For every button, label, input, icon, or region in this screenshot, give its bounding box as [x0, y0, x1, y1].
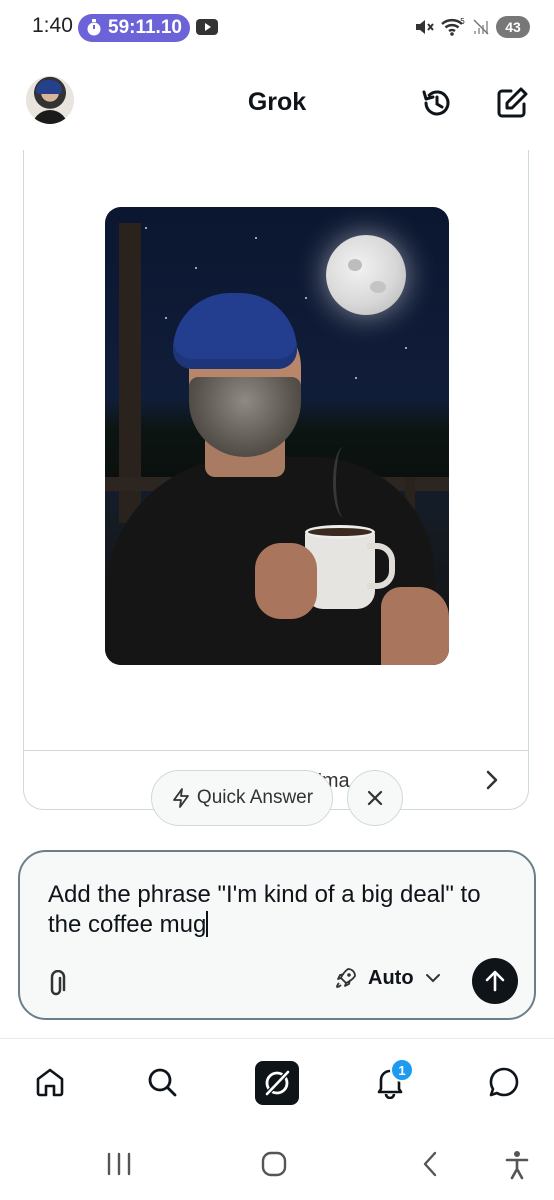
stopwatch-time: 59:11.10 [108, 17, 182, 38]
rocket-icon [336, 968, 356, 988]
stopwatch-pill[interactable]: 59:11.10 [78, 14, 190, 42]
nav-home[interactable] [32, 1064, 68, 1100]
quick-answer-label: Quick Answer [196, 787, 314, 808]
home-icon [36, 1068, 64, 1097]
mute-vibrate-icon [416, 20, 434, 34]
recent-apps-icon[interactable] [106, 1150, 132, 1178]
nav-grok[interactable] [255, 1061, 299, 1105]
signal-off-icon [473, 19, 489, 35]
nav-search[interactable] [144, 1064, 180, 1100]
svg-text:5: 5 [460, 18, 465, 26]
close-icon [367, 790, 383, 806]
search-icon [148, 1068, 177, 1097]
wifi-icon: 5 [441, 18, 465, 36]
home-button-icon[interactable] [260, 1150, 288, 1178]
prompt-input-text: Add the phrase "I'm kind of a big deal" … [48, 881, 488, 938]
accessibility-icon[interactable] [504, 1150, 530, 1180]
grok-icon [264, 1069, 291, 1097]
status-icons: 5 43 [414, 16, 530, 38]
history-icon[interactable] [420, 86, 454, 120]
model-mode-selector[interactable]: Auto [334, 966, 442, 990]
back-icon[interactable] [420, 1150, 440, 1178]
chevron-down-icon [425, 974, 440, 983]
youtube-icon [196, 19, 218, 35]
text-cursor [206, 911, 209, 937]
nav-divider [0, 1038, 554, 1039]
prompt-input[interactable]: Add the phrase "I'm kind of a big deal" … [48, 880, 498, 940]
mode-label: Auto [368, 966, 414, 989]
card-divider [24, 750, 528, 751]
new-chat-icon[interactable] [495, 86, 529, 120]
messages-icon [489, 1067, 519, 1097]
chevron-right-icon[interactable] [482, 768, 502, 792]
status-time: 1:40 [32, 14, 73, 37]
stopwatch-icon [87, 19, 101, 36]
page-title: Grok [247, 88, 307, 116]
notification-badge: 1 [390, 1058, 414, 1082]
nav-messages[interactable] [486, 1064, 522, 1100]
paperclip-icon[interactable] [44, 970, 70, 1000]
dismiss-button[interactable] [347, 770, 403, 826]
moon [326, 235, 406, 315]
lightning-icon [173, 788, 189, 808]
send-button[interactable] [472, 958, 518, 1004]
arrow-up-icon [485, 970, 505, 992]
generated-image[interactable] [105, 207, 449, 665]
quick-answer-button[interactable]: Quick Answer [151, 770, 333, 826]
battery-indicator: 43 [496, 16, 530, 38]
